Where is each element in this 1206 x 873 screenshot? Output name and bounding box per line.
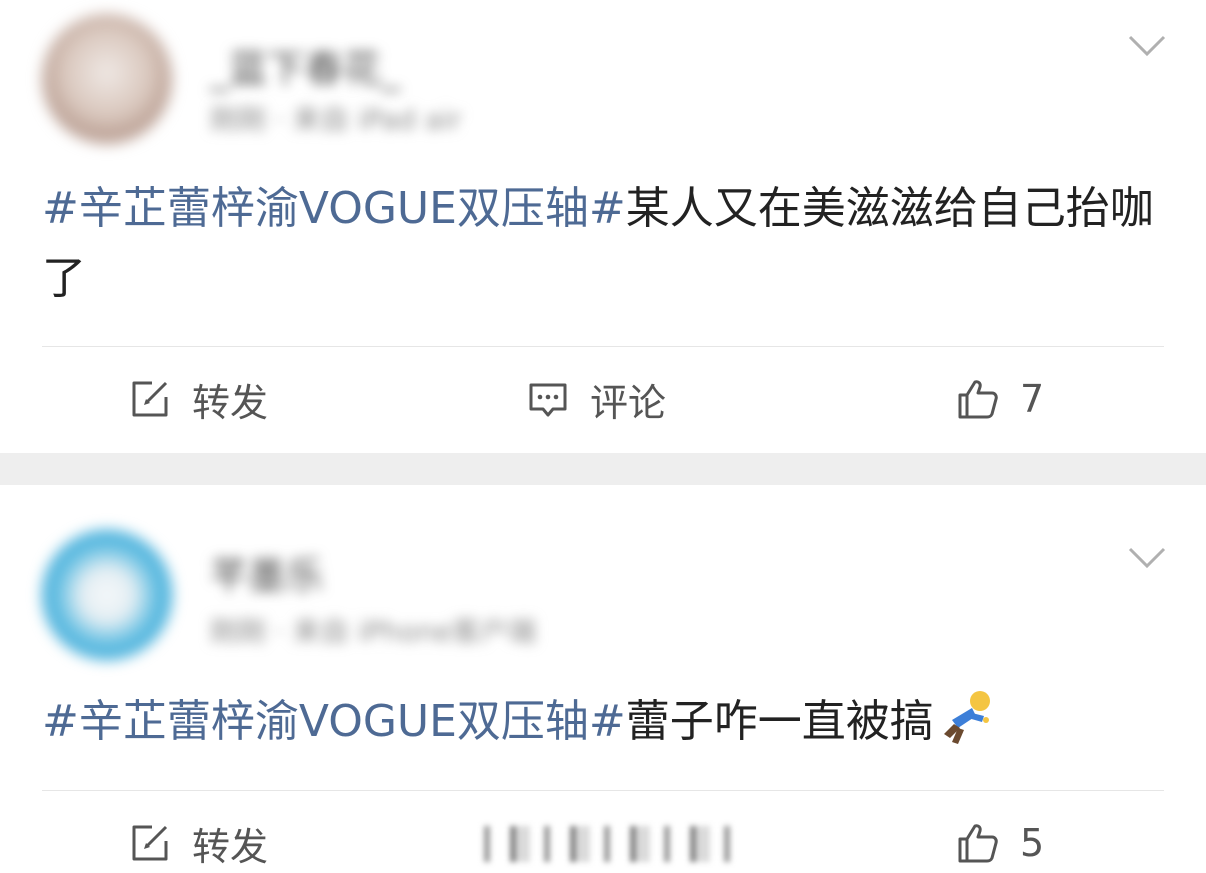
like-button[interactable]: 5 (956, 813, 1044, 873)
avatar[interactable] (42, 530, 172, 660)
weibo-post[interactable]: _蓝下春花_ 刚刚 · 来自 iPad air #辛芷蕾梓渝VOGUE双压轴#某… (0, 0, 1206, 453)
chevron-down-icon[interactable] (1128, 34, 1166, 58)
topic-link[interactable]: #辛芷蕾梓渝VOGUE双压轴# (42, 696, 626, 747)
like-count: 7 (1020, 377, 1045, 421)
like-button[interactable]: 7 (956, 369, 1044, 429)
post-meta: 刚刚 · 来自 iPad air (210, 103, 462, 136)
post-content: #辛芷蕾梓渝VOGUE双压轴#蕾子咋一直被搞 (42, 686, 1162, 757)
repost-button[interactable]: 转发 (128, 369, 268, 429)
topic-link[interactable]: #辛芷蕾梓渝VOGUE双压轴# (42, 183, 626, 234)
post-separator (0, 453, 1206, 485)
username[interactable]: 芊墨乐 (210, 545, 324, 600)
post-text: 蕾子咋一直被搞 (625, 696, 934, 747)
repost-label: 转发 (192, 824, 269, 869)
edit-share-icon (132, 825, 168, 861)
divider (42, 346, 1164, 347)
comment-bubble-icon (529, 383, 567, 417)
feed: _蓝下春花_ 刚刚 · 来自 iPad air #辛芷蕾梓渝VOGUE双压轴#某… (0, 0, 1206, 873)
divider (42, 790, 1164, 791)
thumbs-up-icon (958, 824, 998, 863)
repost-button[interactable]: 转发 (128, 813, 268, 873)
thumbs-up-icon (958, 380, 998, 419)
comment-label: 评论 (590, 380, 667, 425)
username[interactable]: _蓝下春花_ (210, 38, 400, 93)
comment-button[interactable] (470, 826, 740, 862)
chevron-down-icon[interactable] (1128, 546, 1166, 570)
like-count: 5 (1020, 821, 1045, 865)
post-meta: 刚刚 · 来自 iPhone客户端 (210, 615, 537, 648)
repost-label: 转发 (192, 380, 269, 425)
avatar[interactable] (42, 14, 172, 144)
edit-share-icon (132, 381, 168, 417)
post-content: #辛芷蕾梓渝VOGUE双压轴#某人又在美滋滋给自己抬咖了 (42, 174, 1162, 314)
comment-button[interactable]: 评论 (526, 369, 666, 429)
running-person-emoji (943, 691, 990, 744)
